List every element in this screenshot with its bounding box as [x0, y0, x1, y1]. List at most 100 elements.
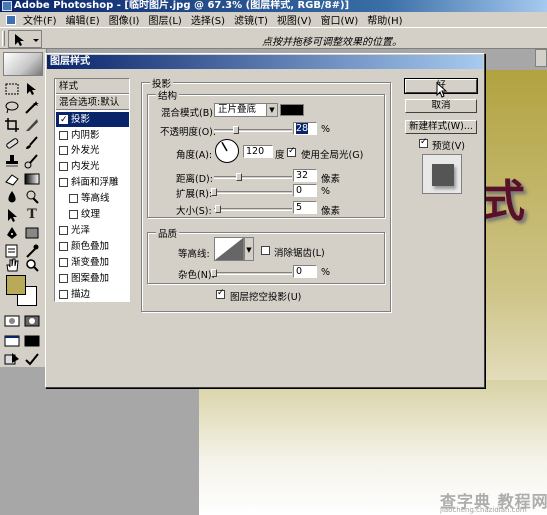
- fullscreen-mode-icon[interactable]: [23, 333, 41, 349]
- style-item-stroke[interactable]: 描边: [56, 287, 129, 302]
- style-item-outer-glow[interactable]: 外发光: [56, 143, 129, 158]
- preview-label[interactable]: 预览(V): [432, 138, 465, 152]
- jump-to-imageready-icon[interactable]: [3, 351, 21, 367]
- crop-tool-icon[interactable]: [3, 117, 21, 133]
- contour-picker[interactable]: [214, 237, 244, 261]
- checkmark-icon[interactable]: [23, 351, 41, 367]
- style-item-contour[interactable]: 等高线: [56, 191, 129, 206]
- gradient-overlay-checkbox[interactable]: [59, 257, 68, 267]
- antialias-label[interactable]: 消除锯齿(L): [274, 245, 325, 259]
- dialog-title-bar[interactable]: 图层样式: [47, 55, 483, 69]
- eraser-tool-icon[interactable]: [3, 171, 21, 187]
- type-tool-icon[interactable]: T: [23, 207, 41, 223]
- noise-slider-knob[interactable]: [211, 269, 217, 277]
- menu-image[interactable]: 图像(I): [106, 12, 143, 27]
- angle-input[interactable]: 120: [243, 145, 273, 158]
- move-tool-icon[interactable]: [23, 81, 41, 97]
- healing-brush-tool-icon[interactable]: [3, 135, 21, 151]
- opacity-input[interactable]: 28: [293, 122, 317, 135]
- style-item-inner-shadow[interactable]: 内阴影: [56, 128, 129, 143]
- menu-filter[interactable]: 滤镜(T): [231, 12, 271, 27]
- lasso-tool-icon[interactable]: [3, 99, 21, 115]
- outer-glow-checkbox[interactable]: [59, 145, 68, 155]
- scroll-arrow[interactable]: [535, 49, 547, 67]
- style-item-satin[interactable]: 光泽: [56, 223, 129, 238]
- noise-input[interactable]: 0: [293, 265, 317, 278]
- spread-slider[interactable]: [211, 188, 292, 196]
- satin-checkbox[interactable]: [59, 225, 68, 235]
- pattern-overlay-checkbox[interactable]: [59, 273, 68, 283]
- distance-input[interactable]: 32: [293, 169, 317, 182]
- magic-wand-tool-icon[interactable]: [23, 99, 41, 115]
- slice-tool-icon[interactable]: [23, 117, 41, 133]
- menu-select[interactable]: 选择(S): [188, 12, 228, 27]
- history-brush-tool-icon[interactable]: [23, 153, 41, 169]
- noise-slider[interactable]: [211, 269, 292, 277]
- style-item-bevel-emboss[interactable]: 斜面和浮雕: [56, 175, 129, 190]
- cancel-button[interactable]: 取消: [405, 99, 477, 113]
- contour-checkbox[interactable]: [69, 193, 78, 203]
- menu-view[interactable]: 视图(V): [274, 12, 315, 27]
- distance-slider[interactable]: [214, 173, 292, 181]
- knockout-label[interactable]: 图层挖空投影(U): [230, 289, 301, 303]
- blend-mode-select[interactable]: 正片叠底 ▼: [214, 103, 278, 117]
- preview-checkbox[interactable]: [419, 137, 428, 148]
- dodge-tool-icon[interactable]: [23, 189, 41, 205]
- styles-header[interactable]: 样式: [56, 79, 129, 94]
- new-style-button[interactable]: 新建样式(W)...: [405, 120, 477, 134]
- blur-tool-icon[interactable]: [3, 189, 21, 205]
- shape-tool-icon[interactable]: [23, 225, 41, 241]
- size-slider-knob[interactable]: [214, 205, 221, 213]
- antialias-checkbox[interactable]: [261, 246, 270, 255]
- global-light-label[interactable]: 使用全局光(G): [301, 147, 363, 161]
- shadow-color-swatch[interactable]: [280, 104, 304, 116]
- mouse-cursor-icon: [436, 82, 448, 98]
- color-overlay-checkbox[interactable]: [59, 241, 68, 251]
- pen-tool-icon[interactable]: [3, 225, 21, 241]
- angle-dial[interactable]: [214, 138, 240, 164]
- style-item-pattern-overlay[interactable]: 图案叠加: [56, 271, 129, 286]
- brush-tool-icon[interactable]: [23, 135, 41, 151]
- tool-preset-picker[interactable]: [8, 30, 42, 48]
- gradient-tool-icon[interactable]: [23, 171, 41, 187]
- zoom-tool-icon[interactable]: [23, 257, 41, 273]
- style-item-texture[interactable]: 纹理: [56, 207, 129, 222]
- style-item-inner-glow[interactable]: 内发光: [56, 159, 129, 174]
- options-bar-grip[interactable]: [2, 31, 5, 46]
- distance-slider-knob[interactable]: [235, 173, 242, 181]
- knockout-checkbox[interactable]: [216, 288, 225, 299]
- style-item-color-overlay[interactable]: 颜色叠加: [56, 239, 129, 254]
- menu-window[interactable]: 窗口(W): [318, 12, 362, 27]
- style-item-gradient-overlay[interactable]: 渐变叠加: [56, 255, 129, 270]
- menu-file[interactable]: 文件(F): [20, 12, 60, 27]
- quick-mask-mode-icon[interactable]: [23, 313, 41, 329]
- style-item-drop-shadow[interactable]: 投影: [56, 112, 129, 128]
- texture-checkbox[interactable]: [69, 209, 78, 219]
- document-canvas-right[interactable]: [485, 70, 547, 390]
- menu-edit[interactable]: 编辑(E): [63, 12, 103, 27]
- global-light-checkbox[interactable]: [287, 146, 296, 157]
- bevel-emboss-checkbox[interactable]: [59, 177, 68, 187]
- menu-layer[interactable]: 图层(L): [145, 12, 184, 27]
- opacity-slider[interactable]: [214, 126, 292, 134]
- drop-shadow-checkbox[interactable]: [59, 113, 68, 128]
- clone-stamp-tool-icon[interactable]: [3, 153, 21, 169]
- size-slider[interactable]: [214, 205, 292, 213]
- spread-slider-knob[interactable]: [211, 188, 217, 196]
- contour-dropdown-chevron-icon[interactable]: ▼: [244, 237, 254, 261]
- size-input[interactable]: 5: [293, 201, 317, 214]
- path-selection-tool-icon[interactable]: [3, 207, 21, 223]
- opacity-slider-knob[interactable]: [232, 126, 239, 134]
- inner-glow-checkbox[interactable]: [59, 161, 68, 171]
- spread-input[interactable]: 0: [293, 184, 317, 197]
- menu-help[interactable]: 帮助(H): [364, 12, 405, 27]
- screen-mode-icon[interactable]: [3, 333, 21, 349]
- blend-options-item[interactable]: 混合选项:默认: [56, 95, 129, 110]
- standard-mode-icon[interactable]: [3, 313, 21, 329]
- noise-unit: %: [321, 267, 331, 278]
- marquee-tool-icon[interactable]: [3, 81, 21, 97]
- hand-tool-icon[interactable]: [3, 257, 21, 273]
- foreground-color-swatch[interactable]: [6, 275, 26, 295]
- stroke-checkbox[interactable]: [59, 289, 68, 299]
- inner-shadow-checkbox[interactable]: [59, 130, 68, 140]
